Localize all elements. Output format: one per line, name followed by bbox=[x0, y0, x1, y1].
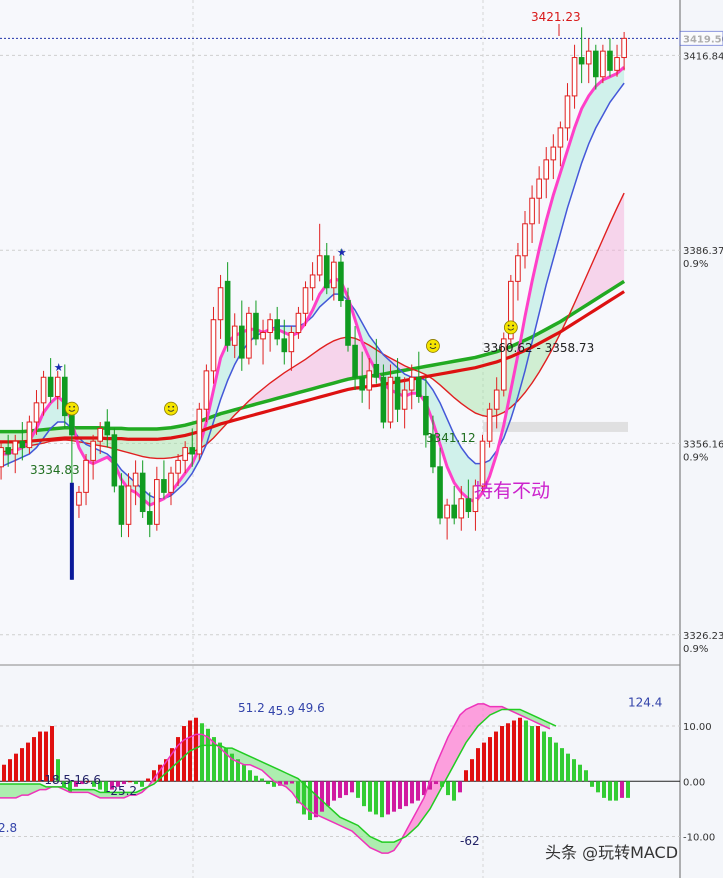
macd-tick-label: -10.00 bbox=[683, 833, 715, 844]
macd-bar-negative bbox=[356, 781, 360, 798]
macd-bar-negative bbox=[626, 781, 630, 798]
macd-band bbox=[448, 726, 454, 776]
macd-bar-negative bbox=[362, 781, 366, 807]
macd-bar-negative bbox=[314, 781, 318, 818]
macd-bar-positive bbox=[182, 726, 186, 782]
macd-bar-negative bbox=[380, 781, 384, 818]
macd-bar-positive bbox=[476, 748, 480, 782]
macd-value-label: 51.2 bbox=[238, 701, 265, 715]
macd-bar-positive bbox=[560, 748, 564, 782]
macd-value-label: -18.5 bbox=[40, 773, 71, 787]
macd-bar-negative bbox=[602, 781, 606, 798]
macd-bar-positive bbox=[548, 737, 552, 782]
macd-value-label: -25.2 bbox=[106, 784, 137, 798]
macd-tick-label: 10.00 bbox=[683, 722, 712, 733]
macd-bar-positive bbox=[20, 748, 24, 782]
macd-bar-negative bbox=[590, 781, 594, 787]
macd-value-label: 49.6 bbox=[298, 701, 325, 715]
macd-value-label: 45.9 bbox=[268, 704, 295, 718]
macd-chart: 10.00 0.00 -10.00 2.8 -18.5-16.6 -25.2 51.2 45.… bbox=[0, 696, 715, 862]
macd-bar-negative bbox=[344, 781, 348, 796]
macd-bar-negative bbox=[374, 781, 378, 815]
macd-band bbox=[4, 784, 10, 798]
macd-bar-positive bbox=[500, 726, 504, 782]
macd-bar-positive bbox=[518, 717, 522, 782]
watermark: 头条 @玩转MACD bbox=[545, 843, 678, 862]
macd-value-label: -16.6 bbox=[70, 773, 101, 787]
macd-bar-positive bbox=[8, 759, 12, 782]
macd-bar-positive bbox=[530, 726, 534, 782]
macd-bar-negative bbox=[350, 781, 354, 793]
macd-bar-negative bbox=[308, 781, 312, 820]
macd-bar-negative bbox=[608, 781, 612, 801]
macd-bar-positive bbox=[14, 753, 18, 782]
macd-bar-positive bbox=[584, 770, 588, 782]
macd-band bbox=[454, 714, 460, 765]
macd-bar-positive bbox=[200, 723, 204, 782]
macd-bar-negative bbox=[290, 781, 294, 784]
macd-bar-negative bbox=[620, 781, 624, 798]
macd-bar-positive bbox=[254, 775, 258, 782]
macd-bar-negative bbox=[452, 781, 456, 801]
macd-bar-positive bbox=[494, 731, 498, 782]
macd-bar-negative bbox=[326, 781, 330, 807]
macd-band bbox=[10, 784, 16, 798]
macd-bar-positive bbox=[260, 778, 264, 782]
macd-bar-positive bbox=[572, 759, 576, 782]
macd-bar-negative bbox=[458, 781, 462, 793]
macd-bar-positive bbox=[32, 737, 36, 782]
macd-bar-negative bbox=[596, 781, 600, 793]
macd-tick-label: 0.00 bbox=[683, 777, 705, 788]
macd-bar-positive bbox=[512, 720, 516, 782]
macd-bar-positive bbox=[488, 737, 492, 782]
macd-bar-negative bbox=[404, 781, 408, 807]
macd-bar-negative bbox=[416, 781, 420, 801]
macd-bar-negative bbox=[284, 781, 288, 785]
macd-bar-negative bbox=[434, 781, 438, 785]
macd-band bbox=[0, 784, 4, 798]
macd-bar-positive bbox=[146, 778, 150, 782]
macd-band bbox=[22, 784, 28, 796]
macd-bar-positive bbox=[542, 731, 546, 782]
macd-bar-positive bbox=[128, 781, 132, 783]
macd-bar-positive bbox=[482, 742, 486, 782]
macd-bar-negative bbox=[338, 781, 342, 798]
macd-bar-negative bbox=[614, 781, 618, 801]
macd-bar-negative bbox=[446, 781, 450, 796]
macd-bar-positive bbox=[26, 742, 30, 782]
macd-bar-positive bbox=[524, 720, 528, 782]
macd-bar-negative bbox=[398, 781, 402, 809]
macd-band bbox=[382, 842, 388, 854]
macd-bar-positive bbox=[506, 723, 510, 782]
macd-bar-positive bbox=[2, 764, 6, 782]
macd-bar-negative bbox=[320, 781, 324, 812]
macd-bar-negative bbox=[368, 781, 372, 812]
macd-value-label: -62 bbox=[460, 834, 480, 848]
macd-bar-negative bbox=[332, 781, 336, 801]
macd-value-label: 124.4 bbox=[628, 696, 662, 710]
macd-bar-positive bbox=[536, 726, 540, 782]
macd-bar-negative bbox=[140, 781, 144, 787]
macd-bar-positive bbox=[566, 753, 570, 782]
macd-bar-positive bbox=[578, 764, 582, 782]
macd-bar-positive bbox=[248, 770, 252, 782]
macd-bar-negative bbox=[386, 781, 390, 815]
macd-bar-negative bbox=[410, 781, 414, 804]
macd-bar-positive bbox=[242, 764, 246, 782]
macd-bar-positive bbox=[470, 759, 474, 782]
macd-bar-positive bbox=[554, 742, 558, 782]
macd-bar-negative bbox=[392, 781, 396, 812]
macd-bar-positive bbox=[464, 770, 468, 782]
macd-bar-negative bbox=[266, 781, 270, 785]
chart-stage: 3419.503416.843386.370.9%3356.160.9%3326… bbox=[0, 0, 723, 878]
macd-value-label: 2.8 bbox=[0, 821, 17, 835]
